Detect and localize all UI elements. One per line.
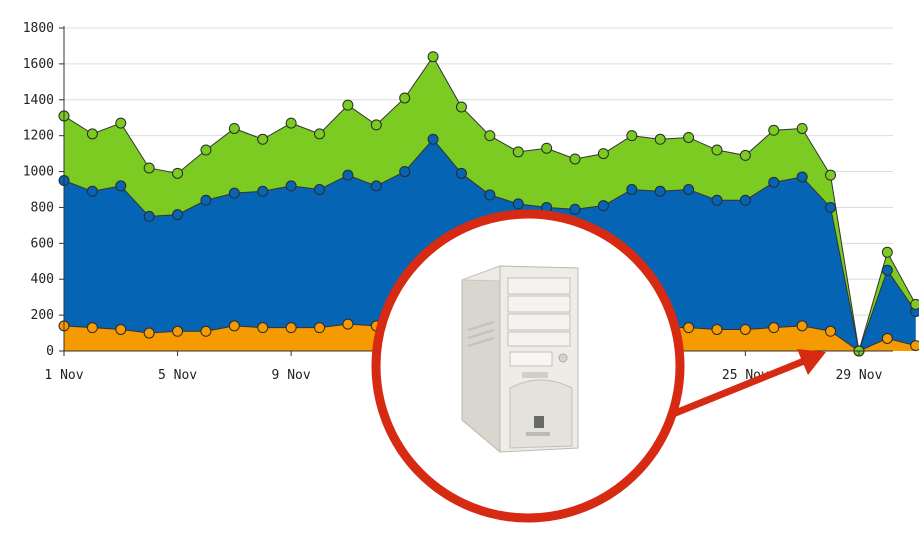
- marker-top-15: [484, 130, 496, 142]
- marker-bottom-24: [739, 323, 751, 335]
- marker-bottom-2: [115, 323, 127, 335]
- marker-middle-18: [569, 203, 581, 215]
- x-tick-label-0: 1 Nov: [44, 368, 83, 383]
- marker-bottom-8: [285, 322, 297, 334]
- marker-top-9: [314, 128, 326, 140]
- marker-top-23: [711, 144, 723, 156]
- marker-middle-16: [512, 198, 524, 210]
- x-tick-label-1: 5 Nov: [158, 368, 197, 383]
- marker-top-24: [739, 149, 751, 161]
- y-tick-label-2: 400: [31, 272, 54, 287]
- marker-bottom-3: [143, 327, 155, 339]
- marker-middle-19: [597, 200, 609, 212]
- marker-top-4: [172, 167, 184, 179]
- marker-bottom-25: [768, 322, 780, 334]
- marker-top-14: [455, 101, 467, 113]
- marker-bottom-23: [711, 323, 723, 335]
- marker-middle-15: [484, 189, 496, 201]
- marker-top-20: [626, 130, 638, 142]
- marker-middle-21: [654, 185, 666, 197]
- y-tick-label-6: 1200: [23, 129, 54, 144]
- x-tick-label-4: 29 Nov: [835, 368, 882, 383]
- marker-middle-23: [711, 194, 723, 206]
- marker-middle-12: [399, 166, 411, 178]
- marker-bottom-7: [257, 322, 269, 334]
- marker-middle-1: [86, 185, 98, 197]
- marker-middle-4: [172, 209, 184, 221]
- marker-middle-20: [626, 184, 638, 195]
- marker-top-30: [910, 298, 919, 310]
- y-tick-label-7: 1400: [23, 93, 54, 108]
- marker-top-19: [597, 148, 609, 160]
- marker-bottom-26: [796, 320, 808, 332]
- marker-bottom-10: [342, 318, 354, 330]
- y-tick-label-1: 200: [31, 308, 54, 323]
- y-tick-label-9: 1800: [23, 21, 54, 36]
- y-tick-label-8: 1600: [23, 57, 54, 72]
- marker-top-1: [86, 128, 98, 140]
- marker-bottom-27: [825, 325, 837, 337]
- y-tick-label-3: 600: [31, 236, 54, 251]
- marker-top-7: [257, 133, 269, 145]
- marker-top-25: [768, 124, 780, 136]
- marker-top-18: [569, 153, 581, 165]
- marker-bottom-5: [200, 325, 212, 337]
- marker-bottom-22: [683, 322, 695, 334]
- marker-bottom-9: [314, 322, 326, 334]
- marker-top-11: [370, 119, 382, 131]
- marker-bottom-29: [881, 332, 893, 344]
- marker-top-22: [683, 131, 695, 143]
- marker-middle-25: [768, 176, 780, 188]
- area-chart: 0 200 400 600 800 1000 1200 1400 1600 1800 1 Nov 5…: [23, 21, 919, 523]
- marker-top-21: [654, 133, 666, 145]
- y-tick-labels: 0 200 400 600 800 1000 1200 1400 1600 1800: [23, 21, 64, 359]
- x-tick-label-2: 9 Nov: [272, 368, 311, 383]
- marker-middle-2: [115, 180, 127, 192]
- marker-top-3: [143, 162, 155, 174]
- marker-top-8: [285, 117, 297, 129]
- marker-middle-14: [455, 167, 467, 179]
- marker-top-12: [399, 92, 411, 104]
- marker-top-17: [541, 142, 553, 154]
- marker-middle-26: [796, 171, 808, 183]
- y-tick-label-5: 1000: [23, 165, 54, 180]
- y-tick-label-0: 0: [46, 344, 54, 359]
- marker-middle-24: [739, 194, 751, 206]
- desktop-tower-computer-icon: [461, 265, 579, 454]
- marker-middle-11: [370, 180, 382, 192]
- marker-top-10: [342, 99, 354, 111]
- marker-bottom-1: [86, 322, 98, 334]
- marker-top-5: [200, 144, 212, 156]
- marker-bottom-4: [172, 325, 184, 337]
- marker-top-16: [512, 146, 524, 158]
- marker-bottom-6: [228, 320, 240, 332]
- marker-middle-13: [427, 133, 439, 145]
- marker-middle-27: [825, 201, 837, 213]
- marker-middle-3: [143, 210, 155, 222]
- marker-middle-9: [314, 184, 326, 195]
- marker-top-13: [427, 51, 439, 63]
- marker-bottom-30: [910, 340, 919, 352]
- marker-middle-7: [257, 185, 269, 197]
- marker-top-6: [228, 122, 240, 134]
- marker-middle-29: [881, 264, 893, 276]
- marker-top-29: [881, 246, 893, 258]
- marker-top-2: [115, 117, 127, 129]
- marker-middle-22: [683, 184, 695, 195]
- y-tick-label-4: 800: [31, 200, 54, 215]
- marker-middle-6: [228, 187, 240, 199]
- marker-top-27: [825, 169, 837, 181]
- marker-middle-8: [285, 180, 297, 192]
- marker-top-26: [796, 122, 808, 134]
- marker-middle-5: [200, 194, 212, 206]
- marker-middle-10: [342, 169, 354, 181]
